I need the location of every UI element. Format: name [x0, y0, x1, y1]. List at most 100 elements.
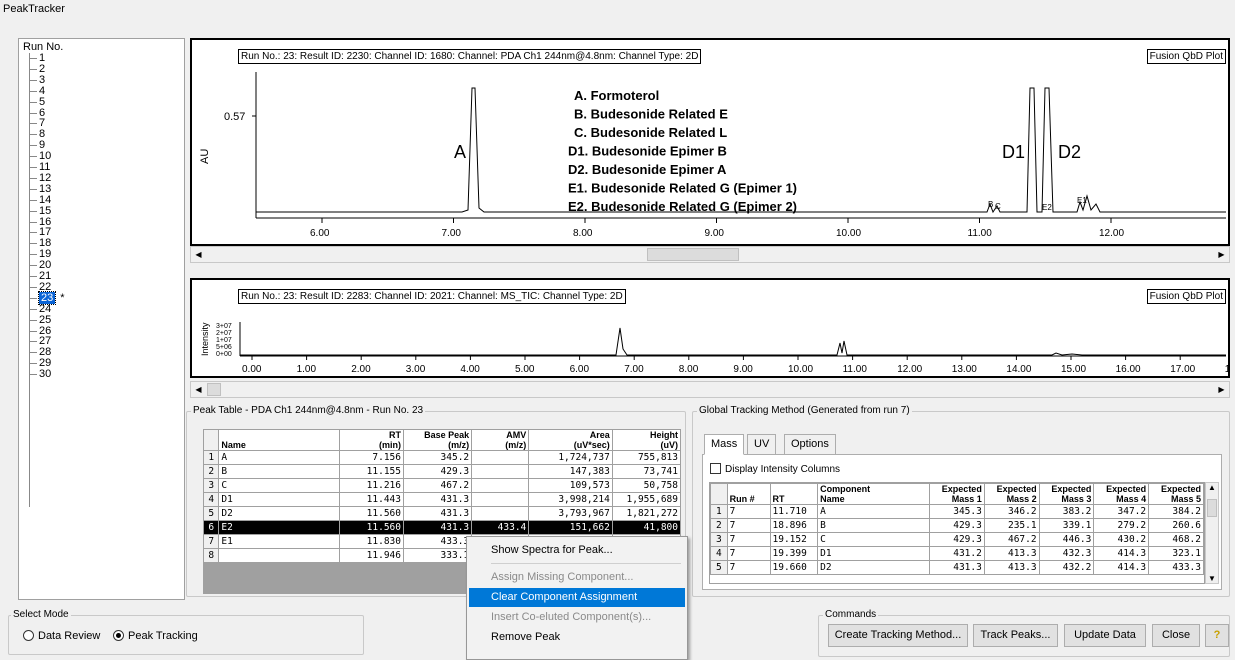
update-data-button[interactable]: Update Data — [1064, 624, 1146, 647]
peak-table-header[interactable]: Height (uV) — [611, 429, 681, 451]
table-row[interactable]: 5 D2 11.560 431.3 3,793,967 1,821,272 — [203, 506, 681, 521]
plot2-ytick-label: 5+06 — [216, 344, 232, 351]
tab-mass[interactable]: Mass — [704, 434, 745, 455]
create-tracking-method-button[interactable]: Create Tracking Method... — [828, 624, 968, 647]
menu-show-spectra[interactable]: Show Spectra for Peak... — [469, 541, 685, 560]
cell-name[interactable]: E1 — [218, 534, 341, 549]
pda-chromatogram-plot[interactable]: Run No.: 23: Result ID: 2230: Channel ID… — [190, 38, 1230, 246]
help-button[interactable]: ? — [1205, 624, 1229, 647]
cell-name[interactable]: B — [218, 464, 341, 479]
run-tree[interactable]: Run No. 1 2 3 4 5 6 7 8 9 10 11 12 13 14 15 16 17 18 19 20 2… — [18, 38, 185, 600]
table-row[interactable]: 4 D1 11.443 431.3 3,998,214 1,955,689 — [203, 492, 681, 507]
tree-line — [29, 199, 37, 201]
tab-uv[interactable]: UV — [747, 434, 777, 455]
table-row[interactable]: 2 B 11.155 429.3 147,383 73,741 — [203, 464, 681, 479]
tree-line — [29, 297, 37, 299]
menu-remove-peak[interactable]: Remove Peak — [469, 628, 685, 647]
table-row[interactable]: 2 7 18.896 B 429.3 235.1 339.1 279.2 260.6 — [710, 518, 1204, 533]
legend-entry: E2. Budesonide Related G (Epimer 2) — [568, 199, 797, 214]
table-row[interactable]: 1 7 11.710 A 345.3 346.2 383.2 347.2 384.2 — [710, 504, 1204, 519]
cell-m5: 384.2 — [1148, 504, 1204, 519]
peak-table-header[interactable]: Area (uV*sec) — [528, 429, 613, 451]
row-number: 5 — [203, 506, 220, 521]
peak-table-header[interactable]: RT (min) — [339, 429, 404, 451]
cell-m3: 383.2 — [1038, 504, 1095, 519]
table-row[interactable]: 6 E2 11.560 431.3 433.4 151,662 41,800 — [203, 520, 681, 535]
cell-name[interactable]: A — [218, 450, 341, 465]
display-intensity-row[interactable]: Display Intensity Columns — [710, 463, 840, 475]
cell-height: 41,800 — [611, 520, 681, 535]
menu-assign-missing[interactable]: Assign Missing Component... — [469, 568, 685, 587]
table-row[interactable]: 3 7 19.152 C 429.3 467.2 446.3 430.2 468.2 — [710, 532, 1204, 547]
scroll-down-arrow[interactable]: ▼ — [1206, 574, 1218, 583]
cell-name[interactable]: D1 — [218, 492, 341, 507]
track-peaks-button[interactable]: Track Peaks... — [973, 624, 1058, 647]
radio-circle[interactable] — [23, 630, 34, 641]
plot2-xtick-label: 1.00 — [297, 364, 317, 375]
tracking-table-header[interactable]: Component Name — [817, 483, 931, 505]
radio-label: Data Review — [38, 630, 101, 642]
plot2-ytick-label: 2+07 — [216, 330, 232, 337]
peak-table-header[interactable]: Name — [218, 429, 341, 451]
radio-peak-tracking[interactable]: Peak Tracking — [113, 630, 198, 642]
plot2-hscrollbar[interactable]: ◀ ▶ — [190, 381, 1230, 398]
tracking-table-header[interactable]: Expected Mass 3 — [1038, 483, 1095, 505]
tree-line — [29, 265, 37, 267]
radio-data-review[interactable]: Data Review — [23, 630, 100, 642]
tracking-table-header[interactable]: RT — [769, 483, 819, 505]
cell-name[interactable] — [218, 548, 341, 563]
peak-table-header[interactable]: AMV (m/z) — [471, 429, 530, 451]
cell-name[interactable]: E2 — [218, 520, 341, 535]
tab-options[interactable]: Options — [784, 434, 836, 455]
tracking-table-header[interactable]: Expected Mass 4 — [1093, 483, 1150, 505]
cell-name[interactable]: C — [218, 478, 341, 493]
scroll-up-arrow[interactable]: ▲ — [1206, 483, 1218, 492]
scroll-thumb[interactable] — [1207, 499, 1217, 517]
tree-item-run-30[interactable]: 30 — [29, 369, 51, 380]
tracking-table-header[interactable]: Expected Mass 5 — [1148, 483, 1204, 505]
cell-m4: 347.2 — [1093, 504, 1150, 519]
plot2-xtick-label: 0.00 — [242, 364, 262, 375]
table-row[interactable]: 1 A 7.156 345.2 1,724,737 755,813 — [203, 450, 681, 465]
scroll-right-arrow[interactable]: ▶ — [1214, 247, 1229, 262]
cell-height: 1,955,689 — [611, 492, 681, 507]
row-number: 1 — [203, 450, 220, 465]
plot1-hscrollbar[interactable]: ◀ ▶ — [190, 246, 1230, 263]
menu-clear-assignment[interactable]: Clear Component Assignment — [469, 588, 685, 607]
table-row[interactable]: 4 7 19.399 D1 431.2 413.3 432.3 414.3 323.1 — [710, 546, 1204, 561]
cell-rt: 11.560 — [339, 520, 404, 535]
plot2-xtick-label: 16.00 — [1116, 364, 1141, 375]
tracking-table-header[interactable]: Expected Mass 1 — [929, 483, 985, 505]
table-row[interactable]: 5 7 19.660 D2 431.3 413.3 432.2 414.3 433.3 — [710, 560, 1204, 575]
tracking-table[interactable]: Run # RT Component Name Expected Mass 1 Expect… — [710, 483, 1204, 575]
scroll-left-arrow[interactable]: ◀ — [191, 247, 206, 262]
plot2-xtick-label: 4.00 — [460, 364, 480, 375]
radio-circle[interactable] — [113, 630, 124, 641]
close-button[interactable]: Close — [1152, 624, 1200, 647]
cell-area: 151,662 — [528, 520, 613, 535]
legend-entry: D1. Budesonide Epimer B — [568, 144, 727, 159]
cell-rt: 11.710 — [769, 504, 819, 519]
tracking-vscrollbar[interactable]: ▲ ▼ — [1205, 482, 1219, 584]
display-intensity-checkbox[interactable] — [710, 463, 721, 474]
cell-name[interactable]: D2 — [218, 506, 341, 521]
plot2-ytick-label: 1+07 — [216, 337, 232, 344]
scroll-left-arrow[interactable]: ◀ — [191, 382, 206, 397]
peak-table-header[interactable]: Base Peak (m/z) — [402, 429, 473, 451]
tree-line — [29, 112, 37, 114]
cell-amv — [471, 478, 530, 493]
cell-area: 3,793,967 — [528, 506, 613, 521]
tracking-table-header[interactable]: Expected Mass 2 — [983, 483, 1040, 505]
cell-m4: 414.3 — [1093, 546, 1150, 561]
scroll-right-arrow[interactable]: ▶ — [1214, 382, 1229, 397]
ms-tic-plot[interactable]: Run No.: 23: Result ID: 2283: Channel ID… — [190, 278, 1230, 378]
plot2-ytick-label: 0+00 — [216, 351, 232, 358]
scroll-thumb[interactable] — [207, 383, 221, 396]
menu-insert-coeluted[interactable]: Insert Co-eluted Component(s)... — [469, 608, 685, 627]
cell-bp: 431.3 — [402, 492, 473, 507]
tracking-table-header[interactable]: Run # — [726, 483, 771, 505]
table-row[interactable]: 3 C 11.216 467.2 109,573 50,758 — [203, 478, 681, 493]
scroll-thumb[interactable] — [647, 248, 739, 261]
cell-m3: 339.1 — [1038, 518, 1095, 533]
row-number: 5 — [710, 560, 728, 575]
